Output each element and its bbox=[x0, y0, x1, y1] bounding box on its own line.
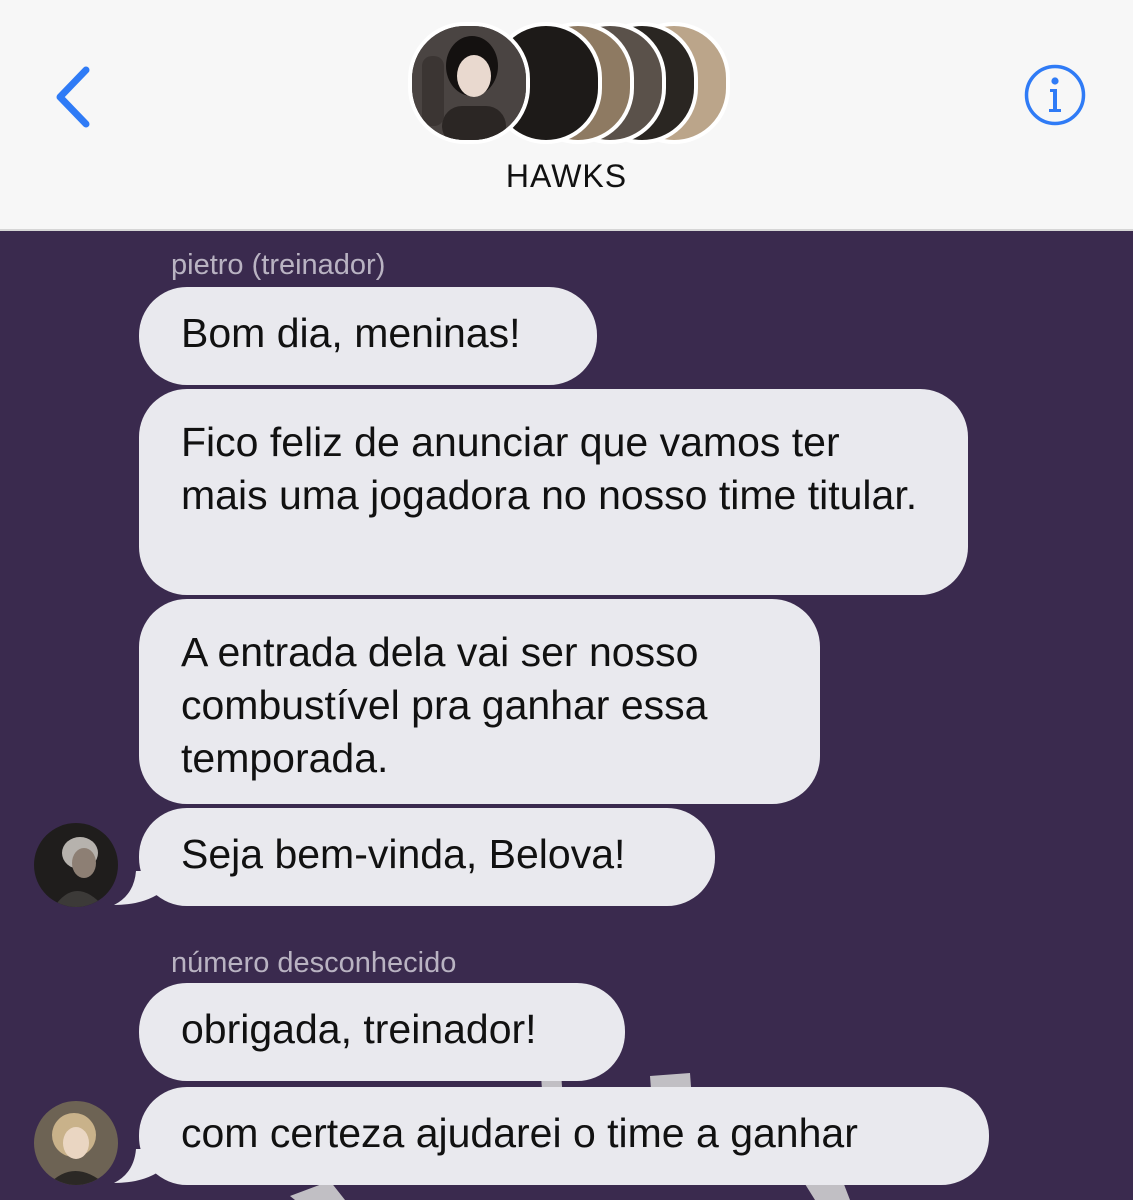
message-bubble[interactable]: obrigada, treinador! bbox=[139, 983, 625, 1081]
chevron-left-icon bbox=[56, 66, 90, 128]
group-avatars[interactable] bbox=[408, 22, 730, 144]
sender-name: número desconhecido bbox=[171, 947, 457, 979]
message-text: com certeza ajudarei o time a ganhar bbox=[181, 1110, 858, 1156]
sender-avatar[interactable] bbox=[34, 823, 118, 907]
message-bubble[interactable]: Seja bem-vinda, Belova! bbox=[139, 808, 715, 906]
person-photo bbox=[34, 823, 118, 907]
message-bubble[interactable]: A entrada dela vai ser nosso combustível… bbox=[139, 599, 820, 804]
message-text: Fico feliz de anunciar que vamos ter mai… bbox=[181, 419, 918, 518]
message-list[interactable]: pietro (treinador) Bom dia, meninas! Fic… bbox=[0, 231, 1133, 1200]
person-photo bbox=[34, 1101, 118, 1185]
info-circle-icon bbox=[1024, 64, 1086, 126]
message-text: Bom dia, meninas! bbox=[181, 310, 521, 356]
conversation-header: HAWKS bbox=[0, 0, 1133, 231]
message-bubble[interactable]: com certeza ajudarei o time a ganhar bbox=[139, 1087, 989, 1185]
message-bubble[interactable]: Fico feliz de anunciar que vamos ter mai… bbox=[139, 389, 968, 595]
message-text: A entrada dela vai ser nosso combustível… bbox=[181, 629, 708, 781]
sender-name: pietro (treinador) bbox=[171, 249, 386, 281]
person-photo bbox=[412, 26, 526, 140]
back-button[interactable] bbox=[48, 62, 104, 132]
message-text: Seja bem-vinda, Belova! bbox=[181, 831, 626, 877]
message-bubble[interactable]: Bom dia, meninas! bbox=[139, 287, 597, 385]
group-name[interactable]: HAWKS bbox=[0, 158, 1133, 195]
message-text: obrigada, treinador! bbox=[181, 1006, 537, 1052]
info-button[interactable] bbox=[1024, 64, 1086, 126]
member-avatar bbox=[408, 22, 530, 144]
sender-avatar[interactable] bbox=[34, 1101, 118, 1185]
